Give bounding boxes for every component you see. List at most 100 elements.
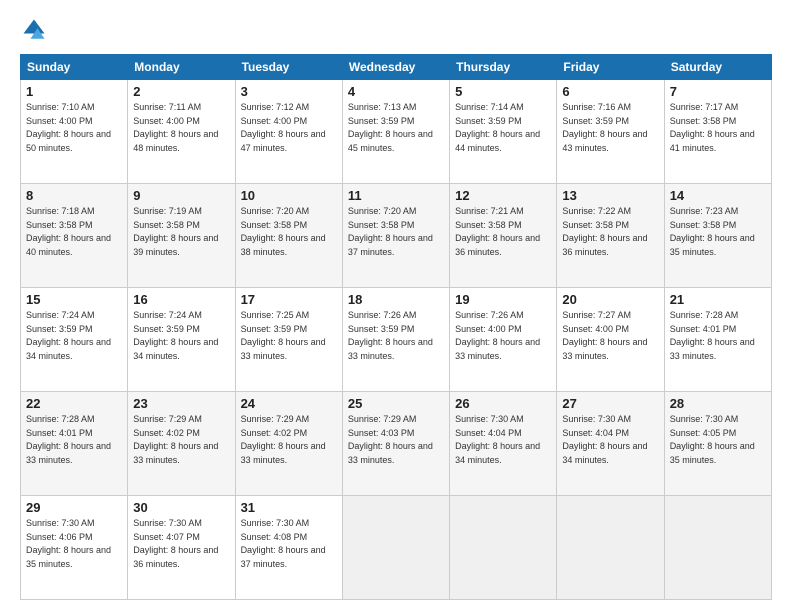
day-number: 5 bbox=[455, 84, 551, 99]
day-number: 20 bbox=[562, 292, 658, 307]
weekday-header-wednesday: Wednesday bbox=[342, 55, 449, 80]
day-info: Sunrise: 7:27 AMSunset: 4:00 PMDaylight:… bbox=[562, 310, 647, 361]
calendar-cell: 30 Sunrise: 7:30 AMSunset: 4:07 PMDaylig… bbox=[128, 496, 235, 600]
calendar-cell: 27 Sunrise: 7:30 AMSunset: 4:04 PMDaylig… bbox=[557, 392, 664, 496]
day-number: 23 bbox=[133, 396, 229, 411]
day-number: 2 bbox=[133, 84, 229, 99]
calendar-cell: 29 Sunrise: 7:30 AMSunset: 4:06 PMDaylig… bbox=[21, 496, 128, 600]
calendar-cell: 14 Sunrise: 7:23 AMSunset: 3:58 PMDaylig… bbox=[664, 184, 771, 288]
calendar-cell: 23 Sunrise: 7:29 AMSunset: 4:02 PMDaylig… bbox=[128, 392, 235, 496]
day-info: Sunrise: 7:10 AMSunset: 4:00 PMDaylight:… bbox=[26, 102, 111, 153]
day-number: 18 bbox=[348, 292, 444, 307]
day-number: 16 bbox=[133, 292, 229, 307]
calendar-cell: 28 Sunrise: 7:30 AMSunset: 4:05 PMDaylig… bbox=[664, 392, 771, 496]
day-info: Sunrise: 7:29 AMSunset: 4:02 PMDaylight:… bbox=[241, 414, 326, 465]
weekday-header-friday: Friday bbox=[557, 55, 664, 80]
week-row-1: 8 Sunrise: 7:18 AMSunset: 3:58 PMDayligh… bbox=[21, 184, 772, 288]
day-info: Sunrise: 7:30 AMSunset: 4:06 PMDaylight:… bbox=[26, 518, 111, 569]
day-number: 7 bbox=[670, 84, 766, 99]
page: SundayMondayTuesdayWednesdayThursdayFrid… bbox=[0, 0, 792, 612]
day-info: Sunrise: 7:19 AMSunset: 3:58 PMDaylight:… bbox=[133, 206, 218, 257]
day-number: 15 bbox=[26, 292, 122, 307]
day-number: 22 bbox=[26, 396, 122, 411]
day-number: 29 bbox=[26, 500, 122, 515]
calendar-cell: 3 Sunrise: 7:12 AMSunset: 4:00 PMDayligh… bbox=[235, 80, 342, 184]
weekday-header-row: SundayMondayTuesdayWednesdayThursdayFrid… bbox=[21, 55, 772, 80]
day-info: Sunrise: 7:24 AMSunset: 3:59 PMDaylight:… bbox=[133, 310, 218, 361]
weekday-header-saturday: Saturday bbox=[664, 55, 771, 80]
calendar-table: SundayMondayTuesdayWednesdayThursdayFrid… bbox=[20, 54, 772, 600]
day-info: Sunrise: 7:20 AMSunset: 3:58 PMDaylight:… bbox=[241, 206, 326, 257]
day-info: Sunrise: 7:29 AMSunset: 4:02 PMDaylight:… bbox=[133, 414, 218, 465]
calendar-cell: 8 Sunrise: 7:18 AMSunset: 3:58 PMDayligh… bbox=[21, 184, 128, 288]
weekday-header-sunday: Sunday bbox=[21, 55, 128, 80]
day-info: Sunrise: 7:14 AMSunset: 3:59 PMDaylight:… bbox=[455, 102, 540, 153]
day-number: 3 bbox=[241, 84, 337, 99]
day-info: Sunrise: 7:21 AMSunset: 3:58 PMDaylight:… bbox=[455, 206, 540, 257]
day-info: Sunrise: 7:26 AMSunset: 3:59 PMDaylight:… bbox=[348, 310, 433, 361]
day-number: 24 bbox=[241, 396, 337, 411]
header bbox=[20, 16, 772, 44]
weekday-header-tuesday: Tuesday bbox=[235, 55, 342, 80]
day-info: Sunrise: 7:22 AMSunset: 3:58 PMDaylight:… bbox=[562, 206, 647, 257]
logo-icon bbox=[20, 16, 48, 44]
day-info: Sunrise: 7:30 AMSunset: 4:04 PMDaylight:… bbox=[562, 414, 647, 465]
calendar-cell: 11 Sunrise: 7:20 AMSunset: 3:58 PMDaylig… bbox=[342, 184, 449, 288]
day-info: Sunrise: 7:17 AMSunset: 3:58 PMDaylight:… bbox=[670, 102, 755, 153]
day-number: 6 bbox=[562, 84, 658, 99]
calendar-cell: 25 Sunrise: 7:29 AMSunset: 4:03 PMDaylig… bbox=[342, 392, 449, 496]
calendar-cell: 7 Sunrise: 7:17 AMSunset: 3:58 PMDayligh… bbox=[664, 80, 771, 184]
calendar-cell: 16 Sunrise: 7:24 AMSunset: 3:59 PMDaylig… bbox=[128, 288, 235, 392]
calendar-cell: 12 Sunrise: 7:21 AMSunset: 3:58 PMDaylig… bbox=[450, 184, 557, 288]
calendar-cell: 26 Sunrise: 7:30 AMSunset: 4:04 PMDaylig… bbox=[450, 392, 557, 496]
calendar-cell: 31 Sunrise: 7:30 AMSunset: 4:08 PMDaylig… bbox=[235, 496, 342, 600]
calendar-cell: 1 Sunrise: 7:10 AMSunset: 4:00 PMDayligh… bbox=[21, 80, 128, 184]
week-row-3: 22 Sunrise: 7:28 AMSunset: 4:01 PMDaylig… bbox=[21, 392, 772, 496]
day-number: 31 bbox=[241, 500, 337, 515]
day-info: Sunrise: 7:30 AMSunset: 4:04 PMDaylight:… bbox=[455, 414, 540, 465]
day-number: 1 bbox=[26, 84, 122, 99]
calendar-cell: 9 Sunrise: 7:19 AMSunset: 3:58 PMDayligh… bbox=[128, 184, 235, 288]
calendar-cell: 21 Sunrise: 7:28 AMSunset: 4:01 PMDaylig… bbox=[664, 288, 771, 392]
day-info: Sunrise: 7:18 AMSunset: 3:58 PMDaylight:… bbox=[26, 206, 111, 257]
day-info: Sunrise: 7:28 AMSunset: 4:01 PMDaylight:… bbox=[26, 414, 111, 465]
calendar-cell: 5 Sunrise: 7:14 AMSunset: 3:59 PMDayligh… bbox=[450, 80, 557, 184]
calendar-cell: 17 Sunrise: 7:25 AMSunset: 3:59 PMDaylig… bbox=[235, 288, 342, 392]
day-number: 17 bbox=[241, 292, 337, 307]
calendar-cell: 2 Sunrise: 7:11 AMSunset: 4:00 PMDayligh… bbox=[128, 80, 235, 184]
calendar-cell bbox=[664, 496, 771, 600]
calendar-cell: 15 Sunrise: 7:24 AMSunset: 3:59 PMDaylig… bbox=[21, 288, 128, 392]
calendar-cell: 6 Sunrise: 7:16 AMSunset: 3:59 PMDayligh… bbox=[557, 80, 664, 184]
day-info: Sunrise: 7:26 AMSunset: 4:00 PMDaylight:… bbox=[455, 310, 540, 361]
day-info: Sunrise: 7:30 AMSunset: 4:08 PMDaylight:… bbox=[241, 518, 326, 569]
calendar-cell: 13 Sunrise: 7:22 AMSunset: 3:58 PMDaylig… bbox=[557, 184, 664, 288]
calendar-cell: 20 Sunrise: 7:27 AMSunset: 4:00 PMDaylig… bbox=[557, 288, 664, 392]
day-info: Sunrise: 7:23 AMSunset: 3:58 PMDaylight:… bbox=[670, 206, 755, 257]
calendar-cell bbox=[557, 496, 664, 600]
day-number: 12 bbox=[455, 188, 551, 203]
day-info: Sunrise: 7:11 AMSunset: 4:00 PMDaylight:… bbox=[133, 102, 218, 153]
day-info: Sunrise: 7:16 AMSunset: 3:59 PMDaylight:… bbox=[562, 102, 647, 153]
week-row-4: 29 Sunrise: 7:30 AMSunset: 4:06 PMDaylig… bbox=[21, 496, 772, 600]
day-number: 11 bbox=[348, 188, 444, 203]
day-info: Sunrise: 7:29 AMSunset: 4:03 PMDaylight:… bbox=[348, 414, 433, 465]
calendar-cell bbox=[342, 496, 449, 600]
day-info: Sunrise: 7:20 AMSunset: 3:58 PMDaylight:… bbox=[348, 206, 433, 257]
day-number: 13 bbox=[562, 188, 658, 203]
day-info: Sunrise: 7:28 AMSunset: 4:01 PMDaylight:… bbox=[670, 310, 755, 361]
weekday-header-monday: Monday bbox=[128, 55, 235, 80]
calendar-cell: 19 Sunrise: 7:26 AMSunset: 4:00 PMDaylig… bbox=[450, 288, 557, 392]
logo bbox=[20, 16, 52, 44]
calendar-cell: 18 Sunrise: 7:26 AMSunset: 3:59 PMDaylig… bbox=[342, 288, 449, 392]
day-number: 10 bbox=[241, 188, 337, 203]
weekday-header-thursday: Thursday bbox=[450, 55, 557, 80]
week-row-0: 1 Sunrise: 7:10 AMSunset: 4:00 PMDayligh… bbox=[21, 80, 772, 184]
day-number: 4 bbox=[348, 84, 444, 99]
day-number: 8 bbox=[26, 188, 122, 203]
calendar-cell bbox=[450, 496, 557, 600]
day-number: 28 bbox=[670, 396, 766, 411]
day-number: 27 bbox=[562, 396, 658, 411]
week-row-2: 15 Sunrise: 7:24 AMSunset: 3:59 PMDaylig… bbox=[21, 288, 772, 392]
day-info: Sunrise: 7:25 AMSunset: 3:59 PMDaylight:… bbox=[241, 310, 326, 361]
day-number: 9 bbox=[133, 188, 229, 203]
